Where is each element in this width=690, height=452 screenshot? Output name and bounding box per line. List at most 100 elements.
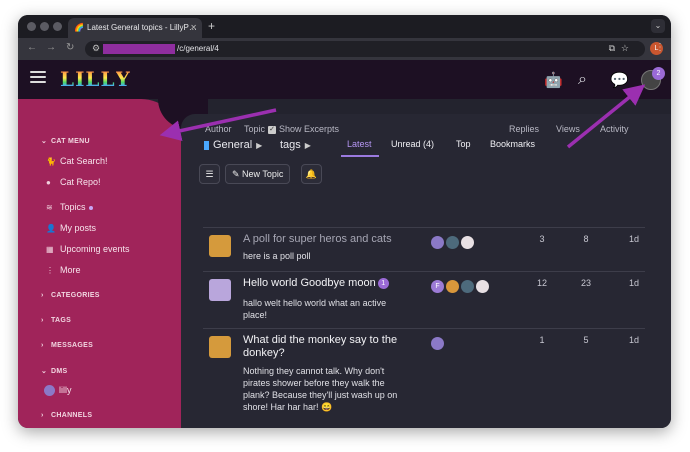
topic-row[interactable]: A poll for super heros and cats here is …: [203, 227, 645, 271]
favicon-icon: 🌈: [74, 23, 84, 32]
posters: F: [431, 280, 489, 293]
poster-avatar[interactable]: [431, 236, 444, 249]
tab-search-icon[interactable]: ⌄: [651, 19, 665, 33]
topic-title[interactable]: Hello world Goodbye moon 1: [243, 277, 403, 290]
sidebar-item-cat-repo[interactable]: ● Cat Repo!: [46, 177, 101, 187]
bell-icon: 🔔: [305, 169, 318, 179]
sidebar-section-tags[interactable]: › TAGS: [41, 317, 71, 324]
author-avatar[interactable]: [209, 336, 231, 358]
install-app-icon[interactable]: ⧉: [609, 43, 615, 54]
column-replies[interactable]: Replies: [509, 124, 539, 134]
poster-avatar[interactable]: [461, 280, 474, 293]
site-info-icon[interactable]: ⚙: [92, 43, 100, 54]
views-count: 23: [580, 278, 591, 288]
tags-breadcrumb[interactable]: tags ▶: [280, 139, 311, 151]
poster-avatar[interactable]: [431, 337, 444, 350]
forward-icon[interactable]: →: [46, 42, 56, 53]
browser-tab[interactable]: 🌈 Latest General topics - LillyP… ✕: [68, 18, 202, 38]
topic-title[interactable]: A poll for super heros and cats: [243, 233, 403, 246]
author-avatar[interactable]: [209, 279, 231, 301]
dm-avatar: [44, 385, 55, 397]
robot-icon[interactable]: 🤖: [544, 71, 563, 89]
back-icon[interactable]: ←: [27, 42, 37, 53]
topic-excerpt: here is a poll poll: [243, 251, 311, 261]
new-topic-button[interactable]: ✎ New Topic: [225, 164, 291, 184]
unread-dot: [88, 205, 93, 210]
poster-avatar[interactable]: [446, 280, 459, 293]
minimize-window-button[interactable]: [40, 22, 49, 31]
logo-letter: I: [75, 67, 85, 91]
column-activity[interactable]: Activity: [600, 124, 629, 134]
pencil-icon: ✎: [232, 169, 243, 179]
url-text: /c/general/4: [177, 44, 219, 53]
activity-age[interactable]: 1d: [624, 278, 644, 288]
author-avatar[interactable]: [209, 235, 231, 257]
github-icon: ●: [46, 178, 51, 187]
poster-avatar[interactable]: [476, 280, 489, 293]
active-tab-indicator: [341, 155, 379, 157]
column-author[interactable]: Author: [205, 124, 232, 134]
topic-row[interactable]: Hello world Goodbye moon 1 hallo welt hel…: [203, 271, 645, 328]
sidebar-item-upcoming-events[interactable]: ▦ Upcoming events: [46, 244, 130, 254]
site-header: L I L L Y 🤖 ⌕ 💬 2: [18, 60, 671, 99]
browser-toolbar: ← → ↻ ⚙ /c/general/4 ⧉ ☆ L ⋮: [18, 38, 671, 60]
notification-level-button[interactable]: 🔔: [301, 164, 322, 184]
maximize-window-button[interactable]: [53, 22, 62, 31]
checkbox-icon[interactable]: ✓: [268, 125, 277, 134]
address-bar[interactable]: ⚙ /c/general/4 ⧉ ☆ L: [85, 41, 663, 57]
new-tab-icon[interactable]: +: [208, 19, 215, 33]
topic-title[interactable]: What did the monkey say to the donkey?: [243, 334, 403, 360]
topic-row[interactable]: What did the monkey say to the donkey? N…: [203, 328, 645, 428]
replies-count[interactable]: 1: [532, 335, 552, 345]
tab-top[interactable]: Top: [456, 139, 471, 149]
site-logo[interactable]: L I L L Y: [60, 68, 130, 90]
logo-letter: L: [60, 67, 75, 91]
cat-icon: 🐈: [46, 157, 56, 166]
replies-count[interactable]: 3: [532, 234, 552, 244]
bookmark-star-icon[interactable]: ☆: [621, 43, 629, 54]
activity-age[interactable]: 1d: [624, 335, 644, 345]
close-window-button[interactable]: [27, 22, 36, 31]
sidebar-item-topics[interactable]: ≋ Topics: [46, 202, 93, 212]
tab-latest[interactable]: Latest: [347, 139, 372, 149]
sidebar-section-cat-menu[interactable]: ⌄ CAT MENU: [41, 137, 90, 145]
sidebar-item-my-posts[interactable]: 👤 My posts: [46, 223, 96, 233]
sidebar: ⌄ CAT MENU 🐈 Cat Search! ● Cat Repo! ≋ Topic…: [18, 99, 181, 428]
tab-bookmarks[interactable]: Bookmarks: [490, 139, 535, 149]
search-icon[interactable]: ⌕: [578, 71, 587, 89]
poster-avatar[interactable]: [446, 236, 459, 249]
browser-window: 🌈 Latest General topics - LillyP… ✕ + ⌄ …: [18, 15, 671, 428]
sidebar-item-dm-lilly[interactable]: lilly: [44, 385, 72, 397]
category-color-icon: [204, 140, 209, 150]
logo-letter: L: [85, 67, 100, 91]
tab-title: Latest General topics - LillyP…: [87, 23, 197, 32]
layers-icon: ≋: [46, 203, 53, 212]
close-tab-icon[interactable]: ✕: [190, 23, 197, 32]
caret-right-icon: ▶: [256, 141, 263, 150]
chat-icon[interactable]: 💬: [610, 71, 629, 89]
sidebar-section-messages[interactable]: › MESSAGES: [41, 342, 93, 349]
notification-badge: 2: [652, 67, 665, 80]
poster-avatar[interactable]: [461, 236, 474, 249]
tab-unread[interactable]: Unread (4): [391, 139, 434, 149]
replies-count[interactable]: 12: [532, 278, 552, 288]
sidebar-section-dms[interactable]: ⌄ DMS: [41, 367, 67, 375]
chevron-right-icon: ›: [41, 317, 44, 324]
category-breadcrumb[interactable]: General ▶: [204, 139, 262, 151]
views-count: 8: [583, 234, 589, 244]
sidebar-item-cat-search[interactable]: 🐈 Cat Search!: [46, 156, 108, 166]
activity-age[interactable]: 1d: [624, 234, 644, 244]
sidebar-section-categories[interactable]: › CATEGORIES: [41, 292, 100, 299]
sidebar-section-channels[interactable]: › CHANNELS: [41, 412, 92, 419]
new-post-count[interactable]: 1: [377, 277, 389, 289]
reload-icon[interactable]: ↻: [66, 42, 74, 53]
poster-avatar[interactable]: F: [431, 280, 444, 293]
column-views[interactable]: Views: [556, 124, 580, 134]
bulk-select-button[interactable]: ☰: [199, 164, 220, 184]
hamburger-menu-icon[interactable]: [30, 71, 46, 83]
tab-bar: 🌈 Latest General topics - LillyP… ✕ + ⌄: [18, 15, 671, 38]
browser-menu-icon[interactable]: ⋮: [655, 42, 665, 53]
sidebar-item-more[interactable]: ⋮ More: [46, 265, 81, 275]
column-topic[interactable]: Topic ✓ Show Excerpts: [244, 124, 339, 134]
list-icon: ☰: [205, 169, 214, 179]
